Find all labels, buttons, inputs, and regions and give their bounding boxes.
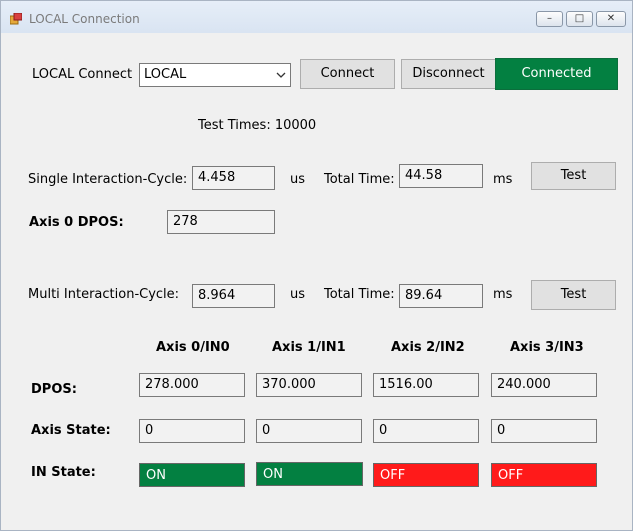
axis-state-field-axis2[interactable]: 0 [373, 419, 479, 443]
single-test-button[interactable]: Test [531, 162, 616, 190]
in-state-indicator-axis0: ON [139, 463, 245, 487]
axis-state-field-axis0[interactable]: 0 [139, 419, 245, 443]
title-bar[interactable]: LOCAL Connection – □ ✕ [1, 1, 632, 33]
connect-button[interactable]: Connect [300, 59, 395, 89]
dpos-field-axis2[interactable]: 1516.00 [373, 373, 479, 397]
axis-state-field-axis3[interactable]: 0 [491, 419, 597, 443]
dpos-field-axis3[interactable]: 240.000 [491, 373, 597, 397]
window: LOCAL Connection – □ ✕ LOCAL Connect LOC… [0, 0, 633, 531]
single-cycle-field[interactable]: 4.458 [192, 166, 275, 190]
window-title: LOCAL Connection [29, 12, 140, 26]
axis-header: Axis 0/IN0 [156, 340, 230, 355]
in-state-row-label: IN State: [31, 465, 96, 480]
axis-header: Axis 1/IN1 [272, 340, 346, 355]
chevron-down-icon [276, 72, 286, 78]
axis-state-field-axis1[interactable]: 0 [256, 419, 362, 443]
connection-status-indicator[interactable]: Connected [495, 58, 618, 90]
single-cycle-label: Single Interaction-Cycle: [28, 172, 188, 187]
connection-combo[interactable]: LOCAL [139, 63, 291, 87]
multi-total-field[interactable]: 89.64 [399, 284, 483, 308]
axis-header: Axis 2/IN2 [391, 340, 465, 355]
multi-total-unit: ms [493, 287, 513, 302]
multi-cycle-label: Multi Interaction-Cycle: [28, 287, 180, 302]
single-total-unit: ms [493, 172, 513, 187]
axis-header: Axis 3/IN3 [510, 340, 584, 355]
client-area: LOCAL Connect LOCAL Connect Disconnect C… [8, 33, 626, 525]
in-state-indicator-axis1: ON [256, 462, 363, 486]
local-connect-label: LOCAL Connect [32, 67, 133, 82]
dpos-field-axis0[interactable]: 278.000 [139, 373, 245, 397]
connection-combo-value: LOCAL [144, 67, 187, 82]
multi-total-label: Total Time: [324, 287, 395, 302]
single-cycle-unit: us [290, 172, 306, 187]
close-button[interactable]: ✕ [596, 11, 626, 27]
dpos-field-axis1[interactable]: 370.000 [256, 373, 362, 397]
single-total-field[interactable]: 44.58 [399, 164, 483, 188]
multi-cycle-field[interactable]: 8.964 [192, 284, 275, 308]
in-state-indicator-axis2: OFF [373, 463, 479, 487]
minimize-button[interactable]: – [536, 11, 563, 27]
dpos-row-label: DPOS: [31, 382, 77, 397]
multi-test-button[interactable]: Test [531, 280, 616, 310]
axis0-dpos-label: Axis 0 DPOS: [29, 215, 124, 230]
axis0-dpos-field[interactable]: 278 [167, 210, 275, 234]
multi-cycle-unit: us [290, 287, 306, 302]
app-icon [10, 13, 22, 25]
test-times-label: Test Times: 10000 [198, 118, 317, 133]
maximize-button[interactable]: □ [566, 11, 593, 27]
disconnect-button[interactable]: Disconnect [401, 59, 496, 89]
in-state-indicator-axis3: OFF [491, 463, 597, 487]
axis-state-row-label: Axis State: [31, 423, 111, 438]
single-total-label: Total Time: [324, 172, 395, 187]
